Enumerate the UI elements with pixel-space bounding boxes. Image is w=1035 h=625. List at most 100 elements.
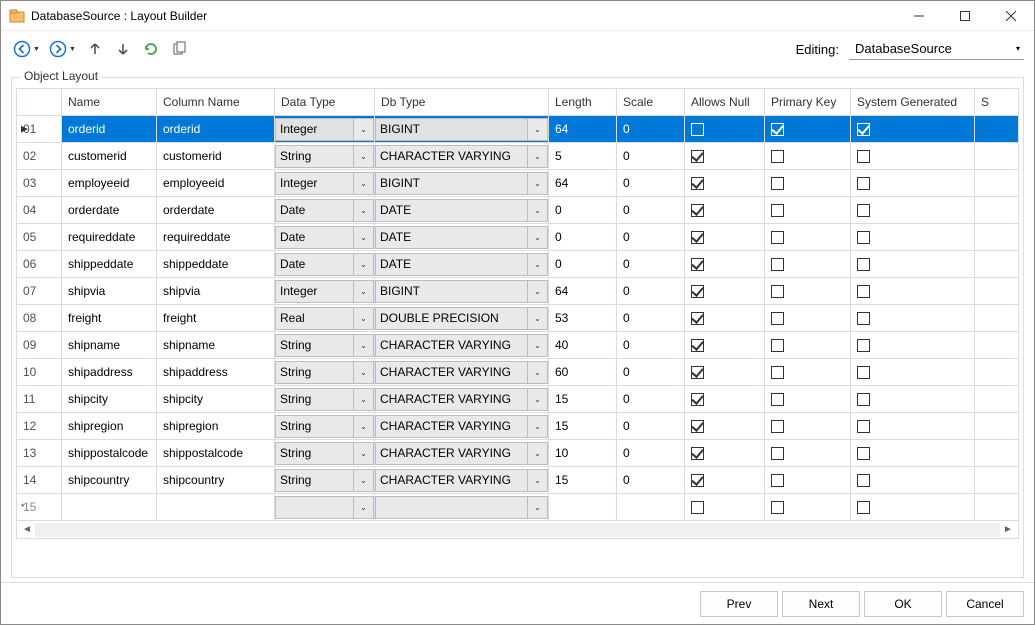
data-type-select[interactable]: ⌄ <box>275 496 374 519</box>
cell-extra[interactable] <box>975 170 1019 197</box>
table-row[interactable]: 04orderdateorderdateDate⌄DATE⌄00 <box>17 197 1019 224</box>
cell-primary-key[interactable] <box>765 332 851 359</box>
header-primary-key[interactable]: Primary Key <box>765 89 851 116</box>
cell-system-generated[interactable] <box>851 386 975 413</box>
checkbox[interactable] <box>771 285 784 298</box>
checkbox[interactable] <box>771 339 784 352</box>
header-data-type[interactable]: Data Type <box>275 89 375 116</box>
checkbox[interactable] <box>691 366 704 379</box>
cell-name[interactable]: orderid <box>62 116 157 143</box>
cell-system-generated[interactable] <box>851 143 975 170</box>
cell-extra[interactable] <box>975 278 1019 305</box>
cell-system-generated[interactable] <box>851 116 975 143</box>
cell-primary-key[interactable] <box>765 359 851 386</box>
row-indicator[interactable]: 02 <box>17 143 62 170</box>
cell-data-type[interactable]: String⌄ <box>275 143 375 170</box>
checkbox[interactable] <box>771 231 784 244</box>
cell-db-type[interactable]: CHARACTER VARYING⌄ <box>375 413 549 440</box>
data-type-select[interactable]: String⌄ <box>275 361 374 384</box>
cell-allows-null[interactable] <box>685 413 765 440</box>
cell-db-type[interactable]: CHARACTER VARYING⌄ <box>375 467 549 494</box>
cell-allows-null[interactable] <box>685 494 765 521</box>
checkbox[interactable] <box>857 204 870 217</box>
cell-length[interactable]: 10 <box>549 440 617 467</box>
cell-extra[interactable] <box>975 494 1019 521</box>
table-row[interactable]: 14shipcountryshipcountryString⌄CHARACTER… <box>17 467 1019 494</box>
header-scale[interactable]: Scale <box>617 89 685 116</box>
cell-system-generated[interactable] <box>851 440 975 467</box>
cell-name[interactable]: employeeid <box>62 170 157 197</box>
cell-db-type[interactable]: CHARACTER VARYING⌄ <box>375 386 549 413</box>
db-type-select[interactable]: BIGINT⌄ <box>375 172 548 195</box>
checkbox[interactable] <box>857 123 870 136</box>
checkbox[interactable] <box>857 285 870 298</box>
cell-column-name[interactable]: orderdate <box>157 197 275 224</box>
data-type-select[interactable]: String⌄ <box>275 469 374 492</box>
cell-extra[interactable] <box>975 359 1019 386</box>
row-indicator[interactable]: 10 <box>17 359 62 386</box>
cell-system-generated[interactable] <box>851 494 975 521</box>
cell-scale[interactable]: 0 <box>617 440 685 467</box>
cell-data-type[interactable]: String⌄ <box>275 359 375 386</box>
checkbox[interactable] <box>691 285 704 298</box>
row-indicator[interactable]: 11 <box>17 386 62 413</box>
cell-system-generated[interactable] <box>851 413 975 440</box>
row-indicator[interactable]: 04 <box>17 197 62 224</box>
db-type-select[interactable]: BIGINT⌄ <box>375 118 548 141</box>
row-indicator[interactable]: 08 <box>17 305 62 332</box>
checkbox[interactable] <box>691 123 704 136</box>
cell-name[interactable]: shipregion <box>62 413 157 440</box>
scroll-left-icon[interactable]: ◄ <box>19 524 35 535</box>
data-type-select[interactable]: String⌄ <box>275 388 374 411</box>
cell-name[interactable]: customerid <box>62 143 157 170</box>
checkbox[interactable] <box>691 420 704 433</box>
cell-allows-null[interactable] <box>685 332 765 359</box>
cell-primary-key[interactable] <box>765 386 851 413</box>
cell-data-type[interactable]: String⌄ <box>275 467 375 494</box>
cell-length[interactable] <box>549 494 617 521</box>
row-indicator[interactable]: 07 <box>17 278 62 305</box>
cell-column-name[interactable]: shipregion <box>157 413 275 440</box>
forward-button[interactable]: ▼ <box>47 37 79 61</box>
cell-scale[interactable] <box>617 494 685 521</box>
data-type-select[interactable]: String⌄ <box>275 415 374 438</box>
row-indicator[interactable]: 03 <box>17 170 62 197</box>
table-row[interactable]: 08freightfreightReal⌄DOUBLE PRECISION⌄53… <box>17 305 1019 332</box>
cell-data-type[interactable]: Integer⌄ <box>275 170 375 197</box>
cell-data-type[interactable]: String⌄ <box>275 413 375 440</box>
checkbox[interactable] <box>691 231 704 244</box>
cell-name[interactable]: requireddate <box>62 224 157 251</box>
header-extra[interactable]: S <box>975 89 1019 116</box>
table-row[interactable]: 09shipnameshipnameString⌄CHARACTER VARYI… <box>17 332 1019 359</box>
cell-name[interactable]: orderdate <box>62 197 157 224</box>
prev-button[interactable]: Prev <box>700 591 778 617</box>
cell-length[interactable]: 64 <box>549 278 617 305</box>
row-indicator[interactable]: 06 <box>17 251 62 278</box>
checkbox[interactable] <box>771 204 784 217</box>
checkbox[interactable] <box>691 447 704 460</box>
db-type-select[interactable]: DATE⌄ <box>375 253 548 276</box>
data-type-select[interactable]: Date⌄ <box>275 199 374 222</box>
db-type-select[interactable]: CHARACTER VARYING⌄ <box>375 469 548 492</box>
cell-data-type[interactable]: Real⌄ <box>275 305 375 332</box>
checkbox[interactable] <box>771 501 784 514</box>
cell-db-type[interactable]: DATE⌄ <box>375 251 549 278</box>
data-type-select[interactable]: String⌄ <box>275 442 374 465</box>
checkbox[interactable] <box>771 474 784 487</box>
checkbox[interactable] <box>857 474 870 487</box>
checkbox[interactable] <box>771 150 784 163</box>
cell-column-name[interactable] <box>157 494 275 521</box>
table-row[interactable]: 02customeridcustomeridString⌄CHARACTER V… <box>17 143 1019 170</box>
cell-primary-key[interactable] <box>765 440 851 467</box>
checkbox[interactable] <box>857 447 870 460</box>
cell-primary-key[interactable] <box>765 170 851 197</box>
cell-primary-key[interactable] <box>765 278 851 305</box>
cell-scale[interactable]: 0 <box>617 467 685 494</box>
cell-scale[interactable]: 0 <box>617 224 685 251</box>
cell-name[interactable]: shipcountry <box>62 467 157 494</box>
checkbox[interactable] <box>857 258 870 271</box>
checkbox[interactable] <box>691 150 704 163</box>
data-type-select[interactable]: Date⌄ <box>275 226 374 249</box>
minimize-button[interactable] <box>896 1 942 31</box>
cell-primary-key[interactable] <box>765 224 851 251</box>
